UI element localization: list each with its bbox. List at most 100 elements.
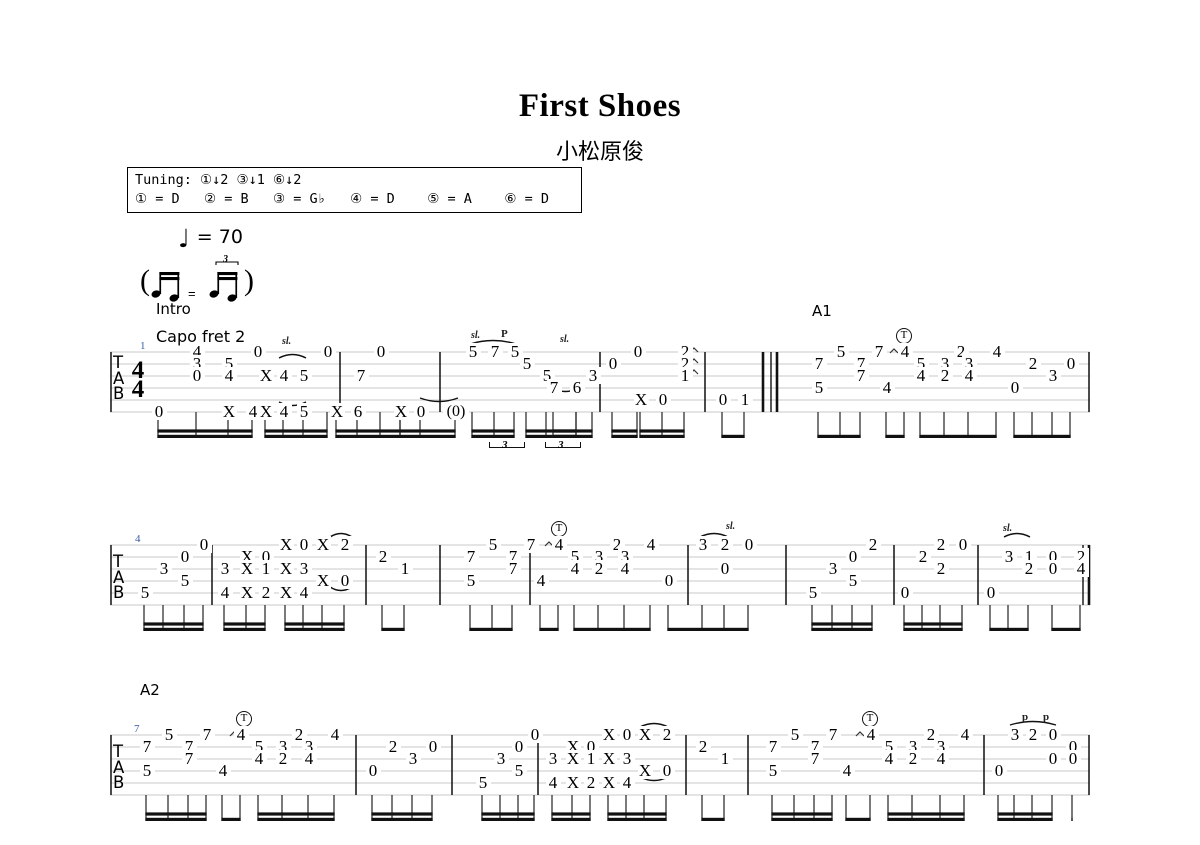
tab-fret-number: 2 bbox=[1025, 355, 1041, 372]
tab-fret-number: 5 bbox=[137, 584, 153, 601]
tab-fret-number: 0 bbox=[189, 367, 205, 384]
tab-fret-number: 2 bbox=[717, 536, 733, 553]
tab-fret-number: 3 bbox=[1045, 367, 1061, 384]
tab-fret-number: 0 bbox=[605, 355, 621, 372]
measure-number: 7 bbox=[134, 723, 140, 735]
tab-fret-number: X bbox=[633, 390, 649, 409]
tab-fret-number: 4 bbox=[619, 774, 635, 791]
tab-fret-number: 4 bbox=[881, 750, 897, 767]
tab-fret-number: 2 bbox=[583, 774, 599, 791]
tab-fret-number: 0 bbox=[527, 726, 543, 743]
tab-fret-number: X bbox=[221, 402, 237, 421]
section-label-intro: Intro bbox=[156, 300, 191, 318]
tab-fret-number: 7 bbox=[807, 750, 823, 767]
tab-fret-number: 7 bbox=[825, 726, 841, 743]
tab-fret-number: 0 bbox=[1065, 750, 1081, 767]
tab-fret-number: 5 bbox=[475, 774, 491, 791]
tab-fret-number: 0 bbox=[715, 391, 731, 408]
tab-fret-number: 4 bbox=[567, 560, 583, 577]
tab-fret-number: 3 bbox=[156, 560, 172, 577]
tab-fret-number: 6 bbox=[569, 379, 585, 396]
tab-letter-b: B bbox=[113, 583, 125, 602]
tab-fret-number: 7 bbox=[199, 726, 215, 743]
tab-fret-number: 3 bbox=[217, 560, 233, 577]
pull-off-marking: p bbox=[1043, 711, 1050, 723]
tab-clef: T A B bbox=[113, 744, 124, 791]
tab-fret-number: 0 bbox=[1063, 355, 1079, 372]
tab-fret-number: 4 bbox=[296, 584, 312, 601]
tab-fret-number: 0 bbox=[151, 403, 167, 420]
page-title: First Shoes bbox=[518, 88, 682, 124]
tab-fret-number: X bbox=[278, 583, 294, 602]
tab-fret-number: 0 bbox=[1045, 726, 1061, 743]
tab-fret-number: 4 bbox=[251, 750, 267, 767]
tab-fret-number: 1 bbox=[677, 367, 693, 384]
tab-fret-number: 5 bbox=[765, 762, 781, 779]
tab-fret-number: 7 bbox=[139, 738, 155, 755]
staff-system-3: A2 7 T A B T T p p 75757744543223440230 … bbox=[0, 681, 1200, 845]
tab-fret-number: 0 bbox=[337, 572, 353, 589]
slide-marking: sl. bbox=[726, 521, 736, 532]
tab-fret-number: 4 bbox=[879, 379, 895, 396]
tab-fret-number: 5 bbox=[296, 367, 312, 384]
tab-fret-number: 2 bbox=[591, 560, 607, 577]
tab-fret-number: 5 bbox=[485, 536, 501, 553]
tab-fret-number: 3 bbox=[1001, 548, 1017, 565]
measure-number: 4 bbox=[135, 533, 141, 545]
tab-fret-number: 2 bbox=[258, 584, 274, 601]
tab-fret-number: X bbox=[278, 535, 294, 554]
tab-fret-number: 4 bbox=[961, 367, 977, 384]
tab-fret-number: 0 bbox=[365, 762, 381, 779]
tab-fret-number: X bbox=[637, 725, 653, 744]
tab-fret-number: 6 bbox=[350, 403, 366, 420]
tab-fret-number: 0 bbox=[897, 584, 913, 601]
tab-fret-number: 2 bbox=[865, 536, 881, 553]
tab-fret-number: 7 bbox=[523, 536, 539, 553]
section-label-a1: A1 bbox=[812, 302, 832, 320]
tab-fret-number: 0 bbox=[741, 536, 757, 553]
tab-fret-number: 4 bbox=[551, 536, 567, 553]
tab-fret-number: 7 bbox=[487, 343, 503, 360]
tab-fret-number: X bbox=[239, 583, 255, 602]
tab-fret-number: 7 bbox=[853, 367, 869, 384]
tab-fret-number: X bbox=[315, 535, 331, 554]
tab-fret-number: 4 bbox=[989, 343, 1005, 360]
tab-fret-number: 7 bbox=[181, 750, 197, 767]
tab-fret-number: 0 bbox=[983, 584, 999, 601]
tab-fret-number: 4 bbox=[617, 560, 633, 577]
tab-fret-number: 5 bbox=[465, 343, 481, 360]
tab-fret-number: 0 bbox=[413, 403, 429, 420]
tab-fret-number: 2 bbox=[937, 367, 953, 384]
tab-fret-number: 0 bbox=[177, 548, 193, 565]
tab-fret-number: 3 bbox=[695, 536, 711, 553]
tab-fret-number: 0 bbox=[511, 738, 527, 755]
staff-system-1: 1 T A B 4 4 sl. sl. P sl. T 3 3 A1 0430X… bbox=[0, 302, 1200, 462]
tuning-line-2: ① = D ② = B ③ = G♭ ④ = D ⑤ = A ⑥ = D bbox=[135, 191, 549, 207]
swing-equals: = bbox=[188, 286, 196, 301]
tab-fret-number: 2 bbox=[1021, 560, 1037, 577]
tab-fret-number: 4 bbox=[933, 750, 949, 767]
tab-fret-number: 5 bbox=[139, 762, 155, 779]
tab-fret-number: 3 bbox=[296, 560, 312, 577]
tuning-box: Tuning: ①↓2 ③↓1 ⑥↓2 ① = D ② = B ③ = G♭ ④… bbox=[127, 167, 582, 213]
tab-fret-number: X bbox=[601, 725, 617, 744]
tab-fret-number: 3 bbox=[585, 367, 601, 384]
tab-fret-number: 0 bbox=[320, 343, 336, 360]
slide-marking: sl. bbox=[560, 334, 570, 345]
tab-fret-number: 4 bbox=[276, 403, 292, 420]
tab-fret-number: 7 bbox=[505, 560, 521, 577]
tab-fret-number: 2 bbox=[375, 548, 391, 565]
tab-fret-number: 2 bbox=[275, 750, 291, 767]
tab-fret-number: 2 bbox=[915, 548, 931, 565]
slide-marking: sl. bbox=[282, 336, 292, 347]
tab-fret-number: 0 bbox=[1045, 560, 1061, 577]
tab-fret-number: 7 bbox=[765, 738, 781, 755]
tab-fret-number: 3 bbox=[405, 750, 421, 767]
tab-fret-number: 2 bbox=[659, 726, 675, 743]
tab-fret-number: 7 bbox=[811, 355, 827, 372]
tab-fret-number: 5 bbox=[787, 726, 803, 743]
tab-fret-number: 5 bbox=[519, 355, 535, 372]
tab-fret-number: 0 bbox=[955, 536, 971, 553]
score-page: First Shoes 小松原俊 Tuning: ①↓2 ③↓1 ⑥↓2 ① =… bbox=[0, 0, 1200, 831]
tab-fret-number: 4 bbox=[221, 367, 237, 384]
